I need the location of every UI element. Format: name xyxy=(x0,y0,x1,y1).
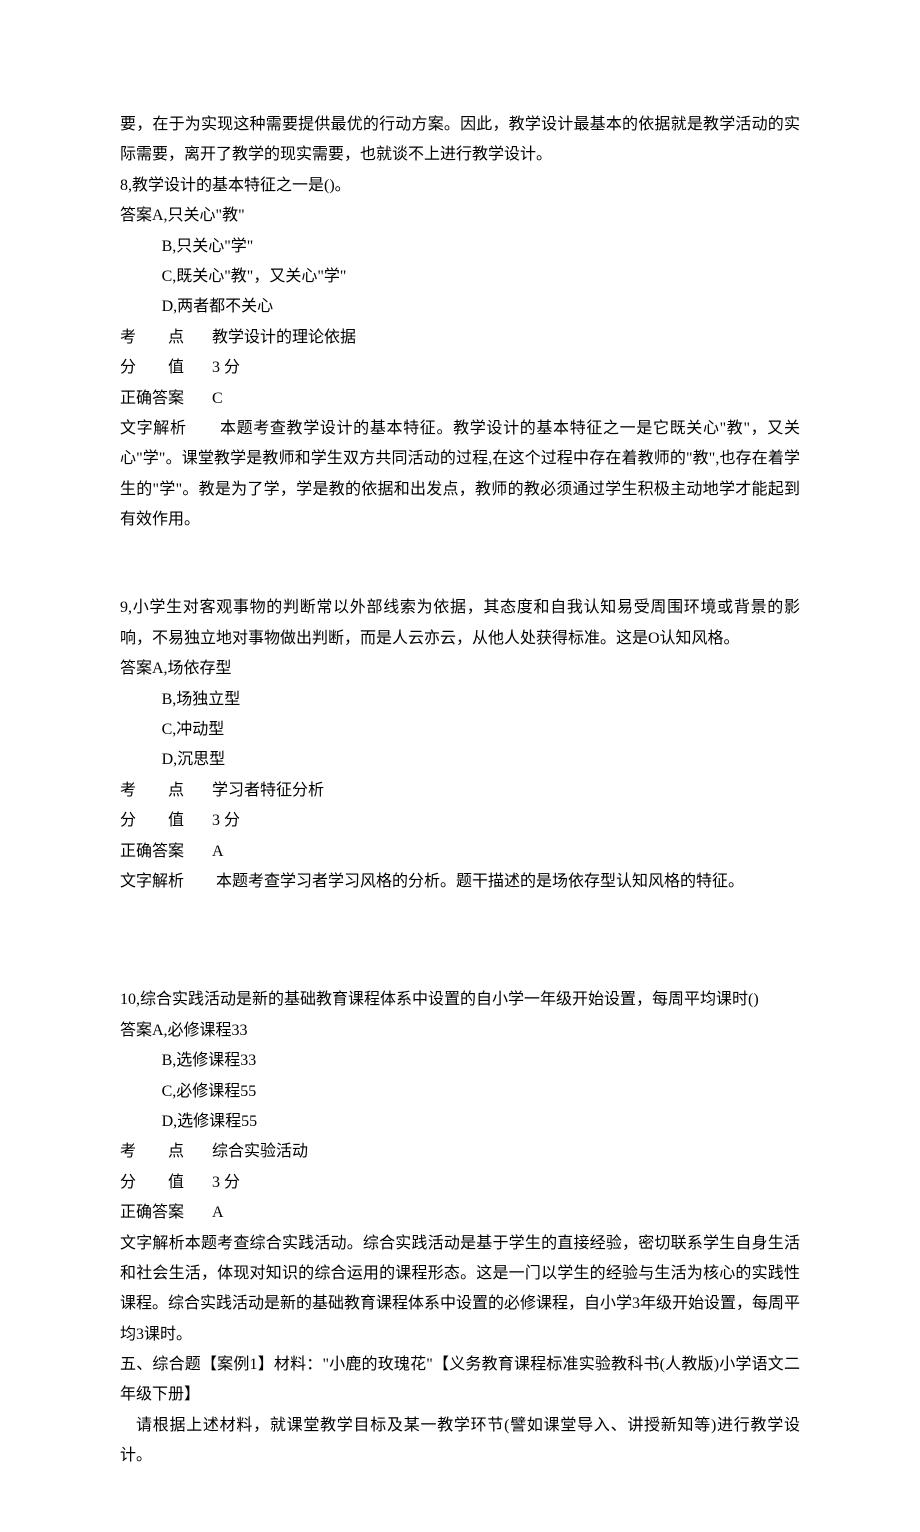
kaodian-label: 考 点 xyxy=(120,776,184,806)
jiexi-label: 文字解析 xyxy=(120,873,184,890)
q9-option-d: D,沉思型 xyxy=(120,745,800,775)
kaodian-label: 考 点 xyxy=(120,1137,184,1167)
q9-kaodian-value: 学习者特征分析 xyxy=(212,776,324,806)
q8-fenzhi-value: 3 分 xyxy=(212,353,240,383)
q8-fenzhi-row: 分 值 3 分 xyxy=(120,353,800,383)
q9-option-c: C,冲动型 xyxy=(120,715,800,745)
q8-jiexi-text: 本题考查教学设计的基本特征。教学设计的基本特征之一是它既关心"教"，又关心"学"… xyxy=(120,420,800,528)
fenzhi-label: 分 值 xyxy=(120,1168,184,1198)
q8-option-c: C,既关心"教"，又关心"学" xyxy=(120,262,800,292)
q10-kaodian-row: 考 点 综合实验活动 xyxy=(120,1137,800,1167)
q10-option-a: 答案A,必修课程33 xyxy=(120,1016,800,1046)
q10-zhengque-value: A xyxy=(212,1198,224,1228)
q8-zhengque-row: 正确答案 C xyxy=(120,384,800,414)
q9-kaodian-row: 考 点 学习者特征分析 xyxy=(120,776,800,806)
q10-option-d: D,选修课程55 xyxy=(120,1107,800,1137)
zhengque-label: 正确答案 xyxy=(120,1198,184,1228)
q8-option-a: 答案A,只关心"教" xyxy=(120,201,800,231)
fenzhi-label: 分 值 xyxy=(120,353,184,383)
kaodian-label: 考 点 xyxy=(120,323,184,353)
q9-jiexi-text: 本题考查学习者学习风格的分析。题干描述的是场依存型认知风格的特征。 xyxy=(216,873,744,890)
q8-stem: 8,教学设计的基本特征之一是()。 xyxy=(120,171,800,201)
q8-option-d: D,两者都不关心 xyxy=(120,292,800,322)
zhengque-label: 正确答案 xyxy=(120,837,184,867)
q8-kaodian-value: 教学设计的理论依据 xyxy=(212,323,356,353)
q8-jiexi: 文字解析 本题考查教学设计的基本特征。教学设计的基本特征之一是它既关心"教"，又… xyxy=(120,414,800,536)
section5-p2: 请根据上述材料，就课堂教学目标及某一教学环节(譬如课堂导入、讲授新知等)进行教学… xyxy=(120,1411,800,1472)
q8-zhengque-value: C xyxy=(212,384,223,414)
intro-text: 要，在于为实现这种需要提供最优的行动方案。因此，教学设计最基本的依据就是教学活动… xyxy=(120,110,800,171)
q9-fenzhi-value: 3 分 xyxy=(212,806,240,836)
q10-fenzhi-row: 分 值 3 分 xyxy=(120,1168,800,1198)
q8-option-b: B,只关心"学" xyxy=(120,232,800,262)
q10-option-b: B,选修课程33 xyxy=(120,1046,800,1076)
q9-jiexi: 文字解析 本题考查学习者学习风格的分析。题干描述的是场依存型认知风格的特征。 xyxy=(120,867,800,897)
q10-kaodian-value: 综合实验活动 xyxy=(212,1137,308,1167)
q9-fenzhi-row: 分 值 3 分 xyxy=(120,806,800,836)
section5-p1: 五、综合题【案例1】材料："小鹿的玫瑰花"【义务教育课程标准实验教科书(人教版)… xyxy=(120,1350,800,1411)
q10-stem: 10,综合实践活动是新的基础教育课程体系中设置的自小学一年级开始设置，每周平均课… xyxy=(120,985,800,1015)
q9-stem: 9,小学生对客观事物的判断常以外部线索为依据，其态度和自我认知易受周围环境或背景… xyxy=(120,593,800,654)
q10-jiexi: 文字解析本题考查综合实践活动。综合实践活动是基于学生的直接经验，密切联系学生自身… xyxy=(120,1229,800,1351)
q10-fenzhi-value: 3 分 xyxy=(212,1168,240,1198)
zhengque-label: 正确答案 xyxy=(120,384,184,414)
jiexi-label: 文字解析 xyxy=(120,420,187,437)
q10-option-c: C,必修课程55 xyxy=(120,1077,800,1107)
q9-zhengque-value: A xyxy=(212,837,224,867)
document-page: 要，在于为实现这种需要提供最优的行动方案。因此，教学设计最基本的依据就是教学活动… xyxy=(0,0,920,1532)
q9-option-b: B,场独立型 xyxy=(120,685,800,715)
fenzhi-label: 分 值 xyxy=(120,806,184,836)
q10-zhengque-row: 正确答案 A xyxy=(120,1198,800,1228)
q8-kaodian-row: 考 点 教学设计的理论依据 xyxy=(120,323,800,353)
q9-option-a: 答案A,场依存型 xyxy=(120,654,800,684)
q9-zhengque-row: 正确答案 A xyxy=(120,837,800,867)
